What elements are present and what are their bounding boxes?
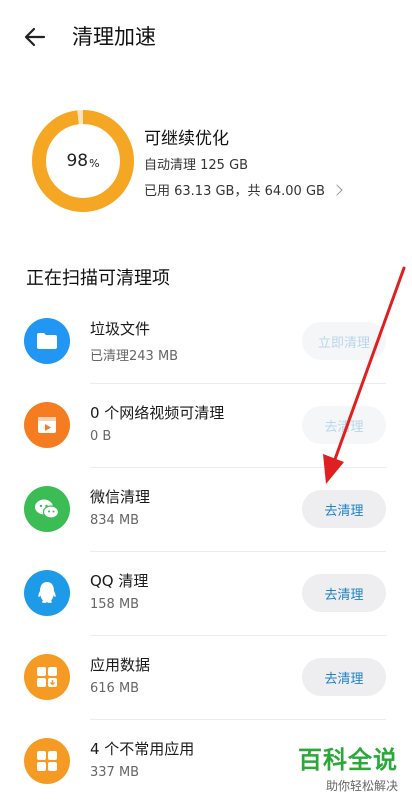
app-data-icon bbox=[24, 654, 70, 700]
item-size: 834 MB bbox=[90, 513, 140, 528]
list-item-videos[interactable]: 0 个网络视频可清理 0 B 去清理 bbox=[0, 384, 412, 468]
watermark-title: 百科全说 bbox=[298, 746, 398, 774]
auto-clean-text: 自动清理 125 GB bbox=[144, 158, 249, 173]
go-clean-button[interactable]: 去清理 bbox=[302, 490, 386, 528]
item-size: 616 MB bbox=[90, 681, 140, 696]
optimize-title: 可继续优化 bbox=[144, 129, 229, 149]
list-item-junk-files[interactable]: 垃圾文件 已清理243 MB 立即清理 bbox=[0, 300, 412, 384]
clean-now-button[interactable]: 立即清理 bbox=[302, 322, 386, 360]
list-item-app-data[interactable]: 应用数据 616 MB 去清理 bbox=[0, 636, 412, 720]
storage-usage-link[interactable]: 已用 63.13 GB，共 64.00 GB bbox=[144, 180, 343, 199]
item-size: 158 MB bbox=[90, 597, 140, 612]
watermark-subtitle: 助你轻松解决 bbox=[325, 779, 398, 793]
back-arrow-icon[interactable] bbox=[20, 22, 50, 52]
apps-icon bbox=[24, 738, 70, 784]
page-title: 清理加速 bbox=[72, 25, 156, 49]
list-item-qq[interactable]: QQ 清理 158 MB 去清理 bbox=[0, 552, 412, 636]
usage-percent: 98% bbox=[66, 151, 100, 171]
wechat-icon bbox=[24, 486, 70, 532]
clean-items-list: 垃圾文件 已清理243 MB 立即清理 0 个网络视频可清理 0 B 去清理 微… bbox=[0, 300, 412, 804]
item-name: 微信清理 bbox=[90, 488, 151, 506]
item-name: QQ 清理 bbox=[90, 572, 149, 590]
item-name: 4 个不常用应用 bbox=[90, 740, 195, 758]
storage-usage-text: 已用 63.13 GB，共 64.00 GB bbox=[144, 184, 325, 199]
video-icon bbox=[24, 402, 70, 448]
item-size: 0 B bbox=[90, 429, 112, 444]
item-size: 337 MB bbox=[90, 765, 140, 780]
go-clean-button[interactable]: 去清理 bbox=[302, 406, 386, 444]
qq-icon bbox=[24, 570, 70, 616]
go-clean-button[interactable]: 去清理 bbox=[302, 658, 386, 696]
chevron-right-icon bbox=[331, 183, 343, 196]
storage-summary: 98% 可继续优化 自动清理 125 GB 已用 63.13 GB，共 64.0… bbox=[0, 108, 412, 218]
item-name: 垃圾文件 bbox=[90, 320, 151, 338]
item-size: 已清理243 MB bbox=[90, 349, 179, 364]
watermark: 百科全说 助你轻松解决 bbox=[298, 740, 398, 794]
item-name: 应用数据 bbox=[90, 656, 151, 674]
folder-icon bbox=[24, 318, 70, 364]
go-clean-button[interactable]: 去清理 bbox=[302, 574, 386, 612]
header: 清理加速 bbox=[0, 0, 412, 76]
list-item-wechat[interactable]: 微信清理 834 MB 去清理 bbox=[0, 468, 412, 552]
section-title: 正在扫描可清理项 bbox=[26, 268, 170, 289]
item-name: 0 个网络视频可清理 bbox=[90, 404, 225, 422]
